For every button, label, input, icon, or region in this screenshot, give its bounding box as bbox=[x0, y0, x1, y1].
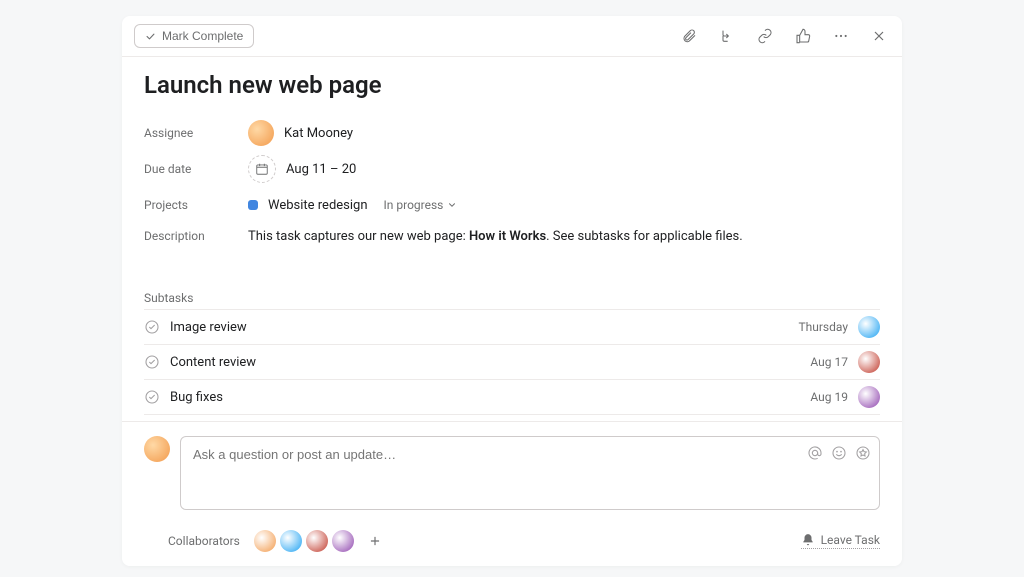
attachment-icon[interactable] bbox=[678, 25, 700, 47]
due-date-value[interactable]: Aug 11 – 20 bbox=[248, 155, 356, 183]
subtask-date: Aug 17 bbox=[810, 355, 848, 369]
mention-icon[interactable] bbox=[807, 445, 823, 465]
like-icon[interactable] bbox=[792, 25, 814, 47]
collaborators-label: Collaborators bbox=[168, 534, 240, 548]
task-body: Launch new web page Assignee Kat Mooney … bbox=[122, 57, 902, 421]
header-actions bbox=[678, 25, 890, 47]
calendar-icon bbox=[248, 155, 276, 183]
subtask-title: Image review bbox=[170, 320, 788, 335]
more-icon[interactable] bbox=[830, 25, 852, 47]
description-label: Description bbox=[144, 229, 248, 243]
add-collaborator-button[interactable] bbox=[364, 530, 386, 552]
subtask-row[interactable]: Image review Thursday bbox=[144, 309, 880, 344]
description-prefix: This task captures our new web page: bbox=[248, 229, 469, 244]
subtask-date: Aug 19 bbox=[810, 390, 848, 404]
subtask-list: Image review Thursday Content review Aug… bbox=[144, 309, 880, 415]
subtask-row[interactable]: Bug fixes Aug 19 bbox=[144, 379, 880, 415]
check-icon bbox=[145, 31, 156, 42]
mark-complete-label: Mark Complete bbox=[162, 29, 243, 43]
mark-complete-button[interactable]: Mark Complete bbox=[134, 24, 254, 48]
footer-bar: Collaborators Leave Task bbox=[122, 520, 902, 566]
task-detail-panel: Mark Complete Launch new web pa bbox=[122, 16, 902, 566]
collaborator-avatars bbox=[254, 530, 386, 552]
subtask-row[interactable]: Content review Aug 17 bbox=[144, 344, 880, 379]
projects-row: Projects Website redesign In progress bbox=[144, 187, 880, 223]
avatar[interactable] bbox=[280, 530, 302, 552]
subtask-title: Bug fixes bbox=[170, 390, 800, 405]
description-suffix: . See subtasks for applicable files. bbox=[546, 229, 743, 244]
star-icon[interactable] bbox=[855, 445, 871, 465]
projects-label: Projects bbox=[144, 198, 248, 212]
subtask-date: Thursday bbox=[798, 320, 848, 334]
comment-area bbox=[122, 421, 902, 520]
avatar[interactable] bbox=[332, 530, 354, 552]
avatar bbox=[248, 120, 274, 146]
assignee-value[interactable]: Kat Mooney bbox=[248, 120, 353, 146]
subtask-icon[interactable] bbox=[716, 25, 738, 47]
avatar bbox=[858, 386, 880, 408]
comment-input[interactable] bbox=[181, 437, 799, 472]
due-date-label: Due date bbox=[144, 162, 248, 176]
description-row: Description This task captures our new w… bbox=[144, 223, 880, 259]
check-circle-icon[interactable] bbox=[144, 354, 160, 370]
assignee-row: Assignee Kat Mooney bbox=[144, 115, 880, 151]
avatar[interactable] bbox=[254, 530, 276, 552]
project-name: Website redesign bbox=[268, 198, 368, 213]
project-status-dropdown[interactable]: In progress bbox=[378, 196, 464, 214]
project-status-text: In progress bbox=[384, 198, 444, 212]
comment-box[interactable] bbox=[180, 436, 880, 510]
subtask-title: Content review bbox=[170, 355, 800, 370]
comment-icons bbox=[807, 445, 871, 465]
task-header-bar: Mark Complete bbox=[122, 16, 902, 57]
leave-task-button[interactable]: Leave Task bbox=[801, 533, 880, 549]
close-icon[interactable] bbox=[868, 25, 890, 47]
description-bold: How it Works bbox=[469, 229, 546, 244]
bell-icon bbox=[801, 533, 815, 547]
projects-value[interactable]: Website redesign In progress bbox=[248, 196, 463, 214]
check-circle-icon[interactable] bbox=[144, 319, 160, 335]
avatar[interactable] bbox=[306, 530, 328, 552]
check-circle-icon[interactable] bbox=[144, 389, 160, 405]
description-text[interactable]: This task captures our new web page: How… bbox=[248, 229, 743, 244]
assignee-name: Kat Mooney bbox=[284, 126, 353, 141]
project-color-dot bbox=[248, 200, 258, 210]
subtasks-label: Subtasks bbox=[144, 291, 880, 305]
chevron-down-icon bbox=[447, 200, 457, 210]
assignee-label: Assignee bbox=[144, 126, 248, 140]
avatar bbox=[858, 316, 880, 338]
emoji-icon[interactable] bbox=[831, 445, 847, 465]
due-date-row: Due date Aug 11 – 20 bbox=[144, 151, 880, 187]
due-date-text: Aug 11 – 20 bbox=[286, 162, 356, 177]
task-title[interactable]: Launch new web page bbox=[144, 71, 880, 99]
leave-task-label: Leave Task bbox=[821, 533, 880, 547]
link-icon[interactable] bbox=[754, 25, 776, 47]
avatar bbox=[858, 351, 880, 373]
avatar bbox=[144, 436, 170, 462]
